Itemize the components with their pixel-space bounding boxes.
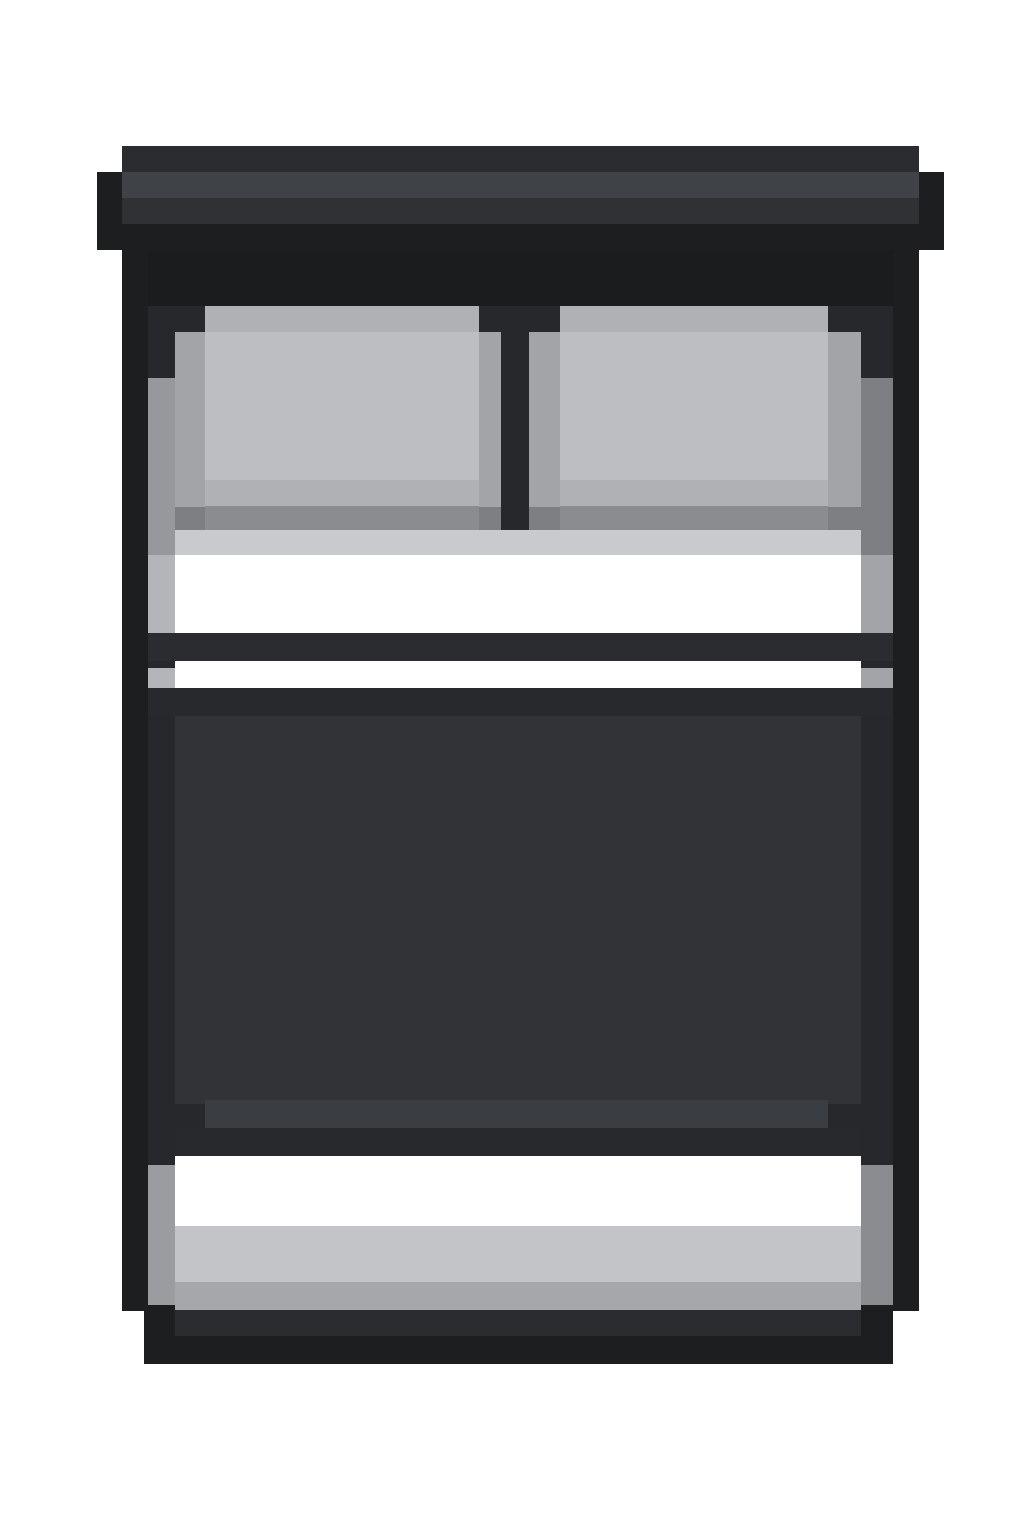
mattress-right-shade (861, 1165, 893, 1305)
game-canvas (0, 0, 1024, 1536)
fold-white-stripe (175, 661, 861, 688)
sheet-band-white (175, 555, 861, 633)
blanket-body (175, 716, 861, 1104)
sheet-edge-left (148, 555, 175, 633)
blanket-side-right (861, 716, 893, 1130)
blanket-bottom-edge (175, 1128, 861, 1156)
mattress-white (175, 1156, 861, 1226)
bed-sprite (97, 146, 944, 1364)
fold-dark-stripe (148, 633, 893, 661)
blanket-side-left (148, 716, 175, 1130)
footboard-highlight (175, 1310, 861, 1336)
headboard-shadow (148, 250, 893, 306)
pillow-right (529, 306, 861, 530)
blanket-bottom-highlight (205, 1100, 828, 1128)
headboard (97, 146, 944, 306)
mattress-foot (148, 1156, 893, 1310)
sheet-edge-right (861, 555, 893, 633)
pillow-left-bottom-edge (205, 506, 479, 530)
fold-white-left (148, 668, 175, 688)
mattress-grey (175, 1226, 861, 1282)
mattress-grey-dark (175, 1282, 861, 1310)
headboard-rail-mid (122, 198, 919, 224)
pillow-right-face (560, 332, 828, 480)
footboard (144, 1310, 893, 1364)
blanket (148, 688, 893, 1156)
blanket-top-edge (148, 688, 893, 716)
headboard-rail-highlight (122, 172, 919, 198)
pillow-right-bottom-edge (560, 506, 828, 530)
headboard-cap (122, 146, 919, 172)
sheet-fold (148, 633, 893, 688)
mattress-left-shade (148, 1165, 175, 1305)
sheet-band-grey (175, 530, 861, 555)
pillow-left (175, 306, 501, 530)
fold-white-right (861, 668, 893, 688)
pillow-left-face (205, 332, 479, 480)
